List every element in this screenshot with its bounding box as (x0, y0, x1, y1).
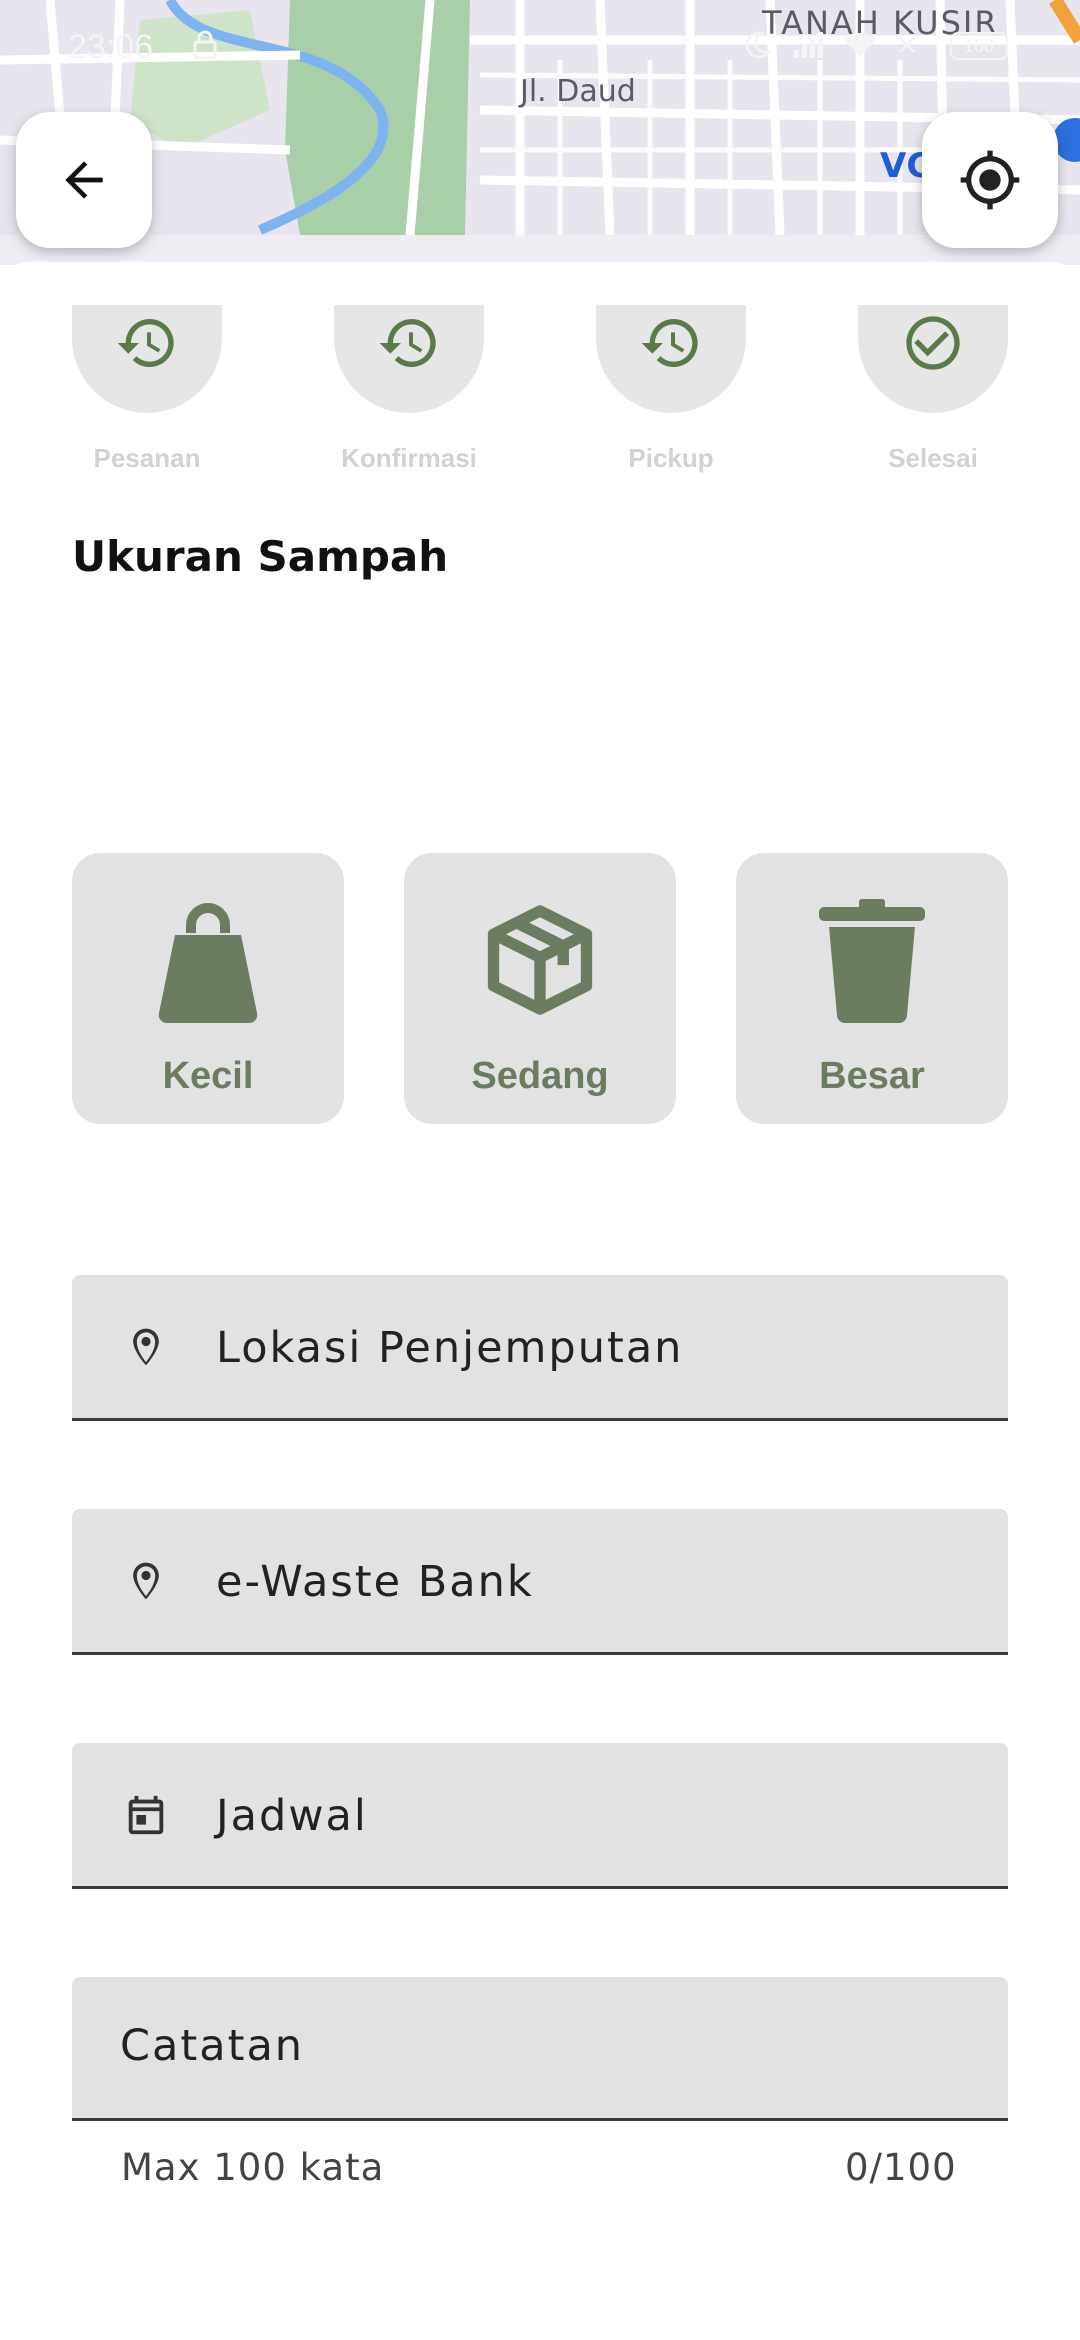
my-location-button[interactable] (922, 112, 1058, 248)
step-label: Pesanan (93, 443, 201, 473)
step-selesai: Selesai (833, 305, 1033, 474)
bag-icon (158, 903, 258, 1024)
pickup-location-field[interactable]: Lokasi Penjemputan (72, 1275, 1008, 1421)
size-option-label: Sedang (471, 1055, 609, 1097)
notes-counter: 0/100 (845, 2146, 957, 2189)
check-circle-icon (906, 316, 960, 370)
pickup-location-placeholder: Lokasi Penjemputan (216, 1323, 684, 1373)
waste-bank-placeholder: e-Waste Bank (216, 1557, 534, 1607)
size-option-kecil[interactable]: Kecil (72, 853, 344, 1124)
location-pin-icon (133, 1562, 159, 1600)
history-icon (641, 319, 698, 368)
moon-icon (744, 30, 774, 68)
size-option-label: Besar (819, 1055, 925, 1097)
calendar-icon (128, 1795, 164, 1835)
location-pin-icon (133, 1328, 159, 1366)
step-label: Pickup (628, 443, 714, 473)
step-label: Konfirmasi (341, 443, 477, 473)
signal-icon (792, 30, 826, 68)
step-konfirmasi: Konfirmasi (309, 305, 509, 474)
step-label: Selesai (888, 443, 978, 473)
notes-field[interactable]: Catatan (72, 1977, 1008, 2121)
battery-icon: 100 (950, 32, 1008, 60)
schedule-field[interactable]: Jadwal (72, 1743, 1008, 1889)
size-option-label: Kecil (162, 1055, 254, 1097)
status-time: 23:06 (68, 28, 154, 66)
box-icon (487, 905, 593, 1015)
progress-stepper: Pesanan Konfirmasi Pickup Selesai (0, 305, 1080, 495)
back-button[interactable] (16, 112, 152, 248)
lock-icon (192, 30, 218, 68)
notes-placeholder: Catatan (120, 2021, 305, 2071)
step-pesanan: Pesanan (47, 305, 247, 474)
schedule-placeholder: Jadwal (216, 1791, 368, 1841)
wifi-icon (842, 30, 878, 68)
notes-helper-text: Max 100 kata (121, 2146, 385, 2189)
arrow-left-icon (65, 161, 103, 199)
size-option-besar[interactable]: Besar (736, 853, 1008, 1124)
status-bar: 23:06 100 (0, 0, 1080, 96)
my-location-icon (960, 150, 1020, 210)
waste-bank-field[interactable]: e-Waste Bank (72, 1509, 1008, 1655)
step-pickup: Pickup (571, 305, 771, 474)
trash-icon (819, 899, 925, 1023)
history-icon (379, 319, 436, 368)
close-icon (896, 30, 918, 68)
size-option-sedang[interactable]: Sedang (404, 853, 676, 1124)
history-icon (117, 319, 174, 368)
section-title: Ukuran Sampah (72, 532, 449, 581)
